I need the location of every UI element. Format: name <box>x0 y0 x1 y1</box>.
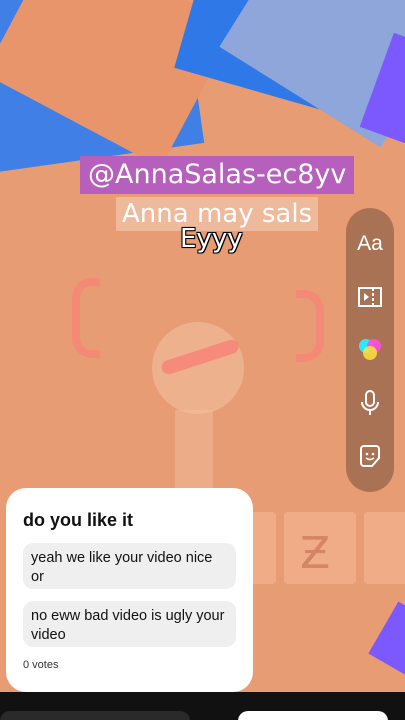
text-tool-button[interactable]: Aa <box>352 226 388 262</box>
poll-vote-count: 0 votes <box>23 659 59 671</box>
editing-tool-rail: Aa <box>346 208 394 492</box>
voice-tool-button[interactable] <box>352 385 388 421</box>
mention-sticker[interactable]: @AnnaSalas-ec8yv <box>80 156 355 194</box>
poll-sticker[interactable]: do you like it yeah we like your video n… <box>6 488 253 692</box>
color-circles-icon <box>359 338 381 360</box>
character-body-drawing <box>175 410 213 490</box>
text-icon: Aa <box>357 232 383 256</box>
drawing-tile <box>250 512 276 584</box>
bottom-right-button[interactable] <box>238 711 388 720</box>
drawing-zigzag: Ƶ <box>300 528 331 579</box>
poll-question: do you like it <box>23 510 134 530</box>
color-tool-button[interactable] <box>352 332 388 368</box>
media-frame-icon <box>358 287 382 308</box>
drawing-tile <box>364 512 405 584</box>
microphone-icon <box>361 389 379 415</box>
poll-option-1[interactable]: yeah we like your video nice or <box>23 543 236 589</box>
media-tool-button[interactable] <box>352 279 388 315</box>
sticker-tool-button[interactable] <box>352 438 388 474</box>
poll-option-2[interactable]: no eww bad video is ugly your video <box>23 601 236 647</box>
sticker-icon <box>360 444 380 467</box>
story-editor: Ƶ @AnnaSalas-ec8yv Anna may sals Eyyy Aa <box>0 0 405 720</box>
bottom-left-button[interactable] <box>0 711 190 720</box>
background-shape <box>368 601 405 679</box>
drawing-stroke <box>72 278 100 358</box>
drawing-stroke <box>296 290 324 362</box>
greeting-text[interactable]: Eyyy <box>180 224 243 254</box>
